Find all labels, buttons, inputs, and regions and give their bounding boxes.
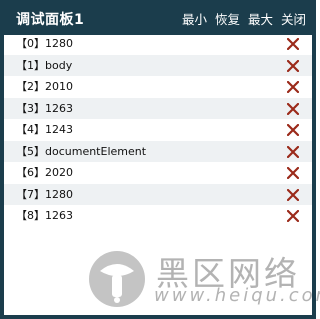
delete-icon[interactable] — [287, 145, 299, 158]
debug-panel: 调试面板1 最小 恢复 最大 关闭 【0】1280 【1】body 【2】201… — [0, 0, 320, 319]
log-row-text: 【1】body — [16, 58, 73, 72]
watermark-url: www.heiqu.com — [154, 285, 320, 306]
delete-icon[interactable] — [287, 102, 299, 115]
restore-button[interactable]: 恢复 — [215, 9, 240, 28]
log-row-text: 【3】1263 — [16, 101, 73, 115]
log-row-text: 【2】2010 — [16, 80, 73, 93]
log-list: 【0】1280 【1】body 【2】2010 【3】1263 【4】1243 … — [4, 33, 312, 227]
watermark-logo-icon — [89, 251, 145, 307]
log-row-text: 【6】2020 — [16, 166, 73, 179]
log-row: 【6】2020 — [4, 162, 312, 184]
log-row: 【4】1243 — [4, 119, 312, 141]
delete-icon[interactable] — [287, 124, 299, 136]
log-row-text: 【0】1280 — [16, 37, 73, 50]
log-row-text: 【7】1280 — [16, 187, 73, 201]
delete-icon[interactable] — [287, 167, 299, 179]
log-row: 【5】documentElement — [4, 140, 312, 162]
log-row: 【1】body — [4, 54, 312, 76]
log-row: 【7】1280 — [4, 183, 312, 205]
minimize-button[interactable]: 最小 — [182, 9, 207, 28]
panel-actions: 最小 恢复 最大 关闭 — [182, 9, 306, 28]
delete-icon[interactable] — [287, 38, 299, 50]
log-row-text: 【5】documentElement — [16, 144, 147, 158]
log-row: 【0】1280 — [4, 33, 312, 55]
log-row: 【8】1263 — [4, 205, 312, 227]
log-row-text: 【8】1263 — [16, 209, 73, 222]
log-row-text: 【4】1243 — [16, 123, 73, 136]
delete-icon[interactable] — [287, 210, 299, 222]
panel-titlebar[interactable]: 调试面板1 最小 恢复 最大 关闭 — [4, 0, 312, 35]
close-button[interactable]: 关闭 — [281, 9, 306, 28]
maximize-button[interactable]: 最大 — [248, 9, 273, 28]
panel-title: 调试面板1 — [16, 12, 85, 28]
log-row: 【2】2010 — [4, 76, 312, 98]
delete-icon[interactable] — [287, 188, 299, 201]
delete-icon[interactable] — [287, 81, 299, 93]
watermark: 黑区网络 www.heiqu.com — [80, 247, 320, 311]
delete-icon[interactable] — [287, 59, 299, 72]
log-row: 【3】1263 — [4, 97, 312, 119]
